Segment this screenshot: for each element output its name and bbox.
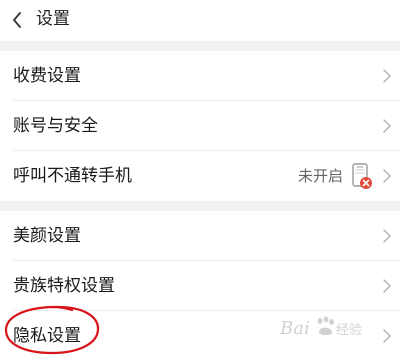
menu-item-noble-privilege[interactable]: 贵族特权设置 xyxy=(0,261,400,311)
menu-item-charge-settings[interactable]: 收费设置 xyxy=(0,51,400,101)
section-gap xyxy=(0,41,400,51)
chevron-right-icon xyxy=(383,279,391,293)
menu-item-label: 贵族特权设置 xyxy=(13,276,115,296)
page-title: 设置 xyxy=(36,9,70,29)
settings-screen: 设置 收费设置 账号与安全 呼叫不通转手机 未开启 美颜设置 贵族特权设置 隐私… xyxy=(0,0,400,357)
chevron-right-icon xyxy=(383,329,391,343)
menu-item-call-forward[interactable]: 呼叫不通转手机 未开启 xyxy=(0,151,400,201)
chevron-right-icon xyxy=(383,119,391,133)
back-button[interactable] xyxy=(6,8,28,32)
menu-item-label: 收费设置 xyxy=(13,66,81,86)
header-bar: 设置 xyxy=(0,0,400,41)
chevron-left-icon xyxy=(13,12,21,28)
chevron-right-icon xyxy=(383,69,391,83)
menu-item-label: 隐私设置 xyxy=(13,326,81,346)
status-text: 未开启 xyxy=(297,167,343,185)
menu-item-privacy-settings[interactable]: 隐私设置 xyxy=(0,311,400,357)
menu-item-label: 账号与安全 xyxy=(13,116,98,136)
section-gap xyxy=(0,201,400,211)
menu-item-label: 美颜设置 xyxy=(13,226,81,246)
menu-item-beauty-settings[interactable]: 美颜设置 xyxy=(0,211,400,261)
menu-item-account-security[interactable]: 账号与安全 xyxy=(0,101,400,151)
menu-item-label: 呼叫不通转手机 xyxy=(13,166,132,186)
phone-off-icon xyxy=(352,163,372,189)
chevron-right-icon xyxy=(383,169,391,183)
chevron-right-icon xyxy=(383,229,391,243)
